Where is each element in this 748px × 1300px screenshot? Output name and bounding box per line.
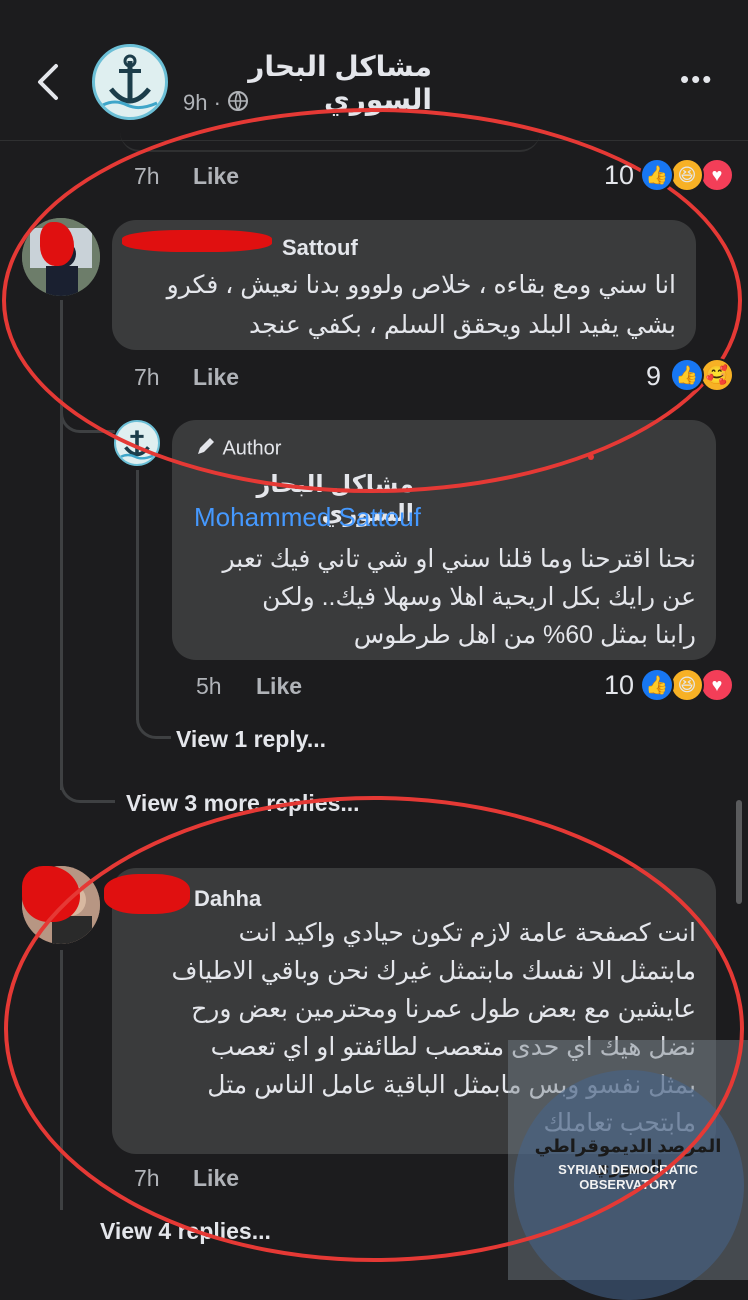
reply-text-line-3: رابنا بمثل 60% من اهل طرطوس (353, 621, 696, 649)
like-button[interactable]: Like (256, 673, 302, 700)
pen-icon (194, 434, 218, 464)
comment-time: 7h (134, 364, 160, 390)
like-reaction-icon: 👍 (640, 668, 674, 702)
post-time-text: 9h (183, 90, 208, 115)
comment-text-line-3: عايشين مع بعض طول عمرنا ومحترمين بعض ورح (191, 995, 696, 1023)
comment-text-line-2: مابتمثل الا نفسك مابتمثل غيرك نحن وباقي … (171, 957, 696, 985)
thread-line (60, 300, 63, 790)
haha-reaction-icon: 😆 (670, 668, 704, 702)
commenter-name[interactable]: Sattouf (282, 235, 358, 261)
view-replies-link[interactable]: View 4 replies... (100, 1218, 271, 1245)
like-button[interactable]: Like (193, 163, 239, 190)
author-badge: Author (194, 434, 281, 464)
commenter-name[interactable]: Dahha (194, 886, 261, 912)
reaction-count: 9 (646, 361, 662, 391)
post-time: 9h · (183, 90, 249, 118)
reaction-count: 10 (604, 670, 635, 700)
comment-text-line-1: انا سني ومع بقاءه ، خلاص ولووو بدنا نعيش… (166, 271, 676, 299)
author-badge-label: Author (222, 437, 282, 460)
more-options-icon[interactable]: ••• (680, 64, 713, 95)
thread-connector (60, 400, 115, 433)
redaction-mark (40, 222, 74, 266)
view-replies-link[interactable]: View 1 reply... (176, 726, 326, 753)
anchor-icon (120, 430, 154, 460)
thread-connector (136, 706, 171, 739)
anchor-icon (102, 54, 158, 110)
watermark: المرصد الديموقراطي السوري SYRIAN DEMOCRA… (508, 1040, 748, 1300)
like-button[interactable]: Like (193, 1165, 239, 1192)
watermark-english: SYRIAN DEMOCRATIC OBSERVATORY (558, 1162, 698, 1192)
comment-time: 7h (134, 1165, 160, 1191)
page-header: مشاكل البحار السوري 9h · ••• (0, 0, 748, 141)
redaction-mark (104, 874, 190, 914)
comment-text-line-1: انت كصفحة عامة لازم تكون حيادي واكيد انت (238, 919, 696, 947)
love-reaction-icon: ♥ (700, 668, 734, 702)
previous-bubble-edge (120, 130, 540, 152)
reply-text-line-2: عن رايك بكل اريحية اهلا وسهلا فيك.. ولكن (262, 583, 696, 611)
reaction-count: 10 (604, 160, 635, 190)
back-arrow-icon[interactable] (30, 60, 70, 104)
love-reaction-icon: ♥ (700, 158, 734, 192)
scrollbar[interactable] (736, 800, 742, 904)
like-reaction-icon: 👍 (640, 158, 674, 192)
view-more-replies-link[interactable]: View 3 more replies... (126, 790, 360, 817)
care-reaction-icon: 🥰 (700, 358, 734, 392)
haha-reaction-icon: 😆 (670, 158, 704, 192)
comment-time: 7h (134, 163, 160, 189)
comment-text-line-2: بشي يفيد البلد ويحقق السلم ، بكفي عنجد (249, 311, 676, 339)
thread-connector (60, 770, 115, 803)
globe-icon (227, 90, 249, 118)
reply-text-line-1: نحنا اقترحنا وما قلنا سني او شي تاني فيك… (222, 545, 696, 573)
like-button[interactable]: Like (193, 364, 239, 391)
redaction-mark (122, 230, 272, 252)
thread-line (60, 950, 63, 1210)
page-avatar[interactable] (92, 44, 168, 120)
annotation-dot (588, 454, 594, 460)
thread-line (136, 470, 139, 720)
mention-link[interactable]: Mohammed Sattouf (194, 502, 421, 533)
author-avatar[interactable] (114, 420, 160, 466)
like-reaction-icon: 👍 (670, 358, 704, 392)
reply-time: 5h (196, 673, 222, 699)
